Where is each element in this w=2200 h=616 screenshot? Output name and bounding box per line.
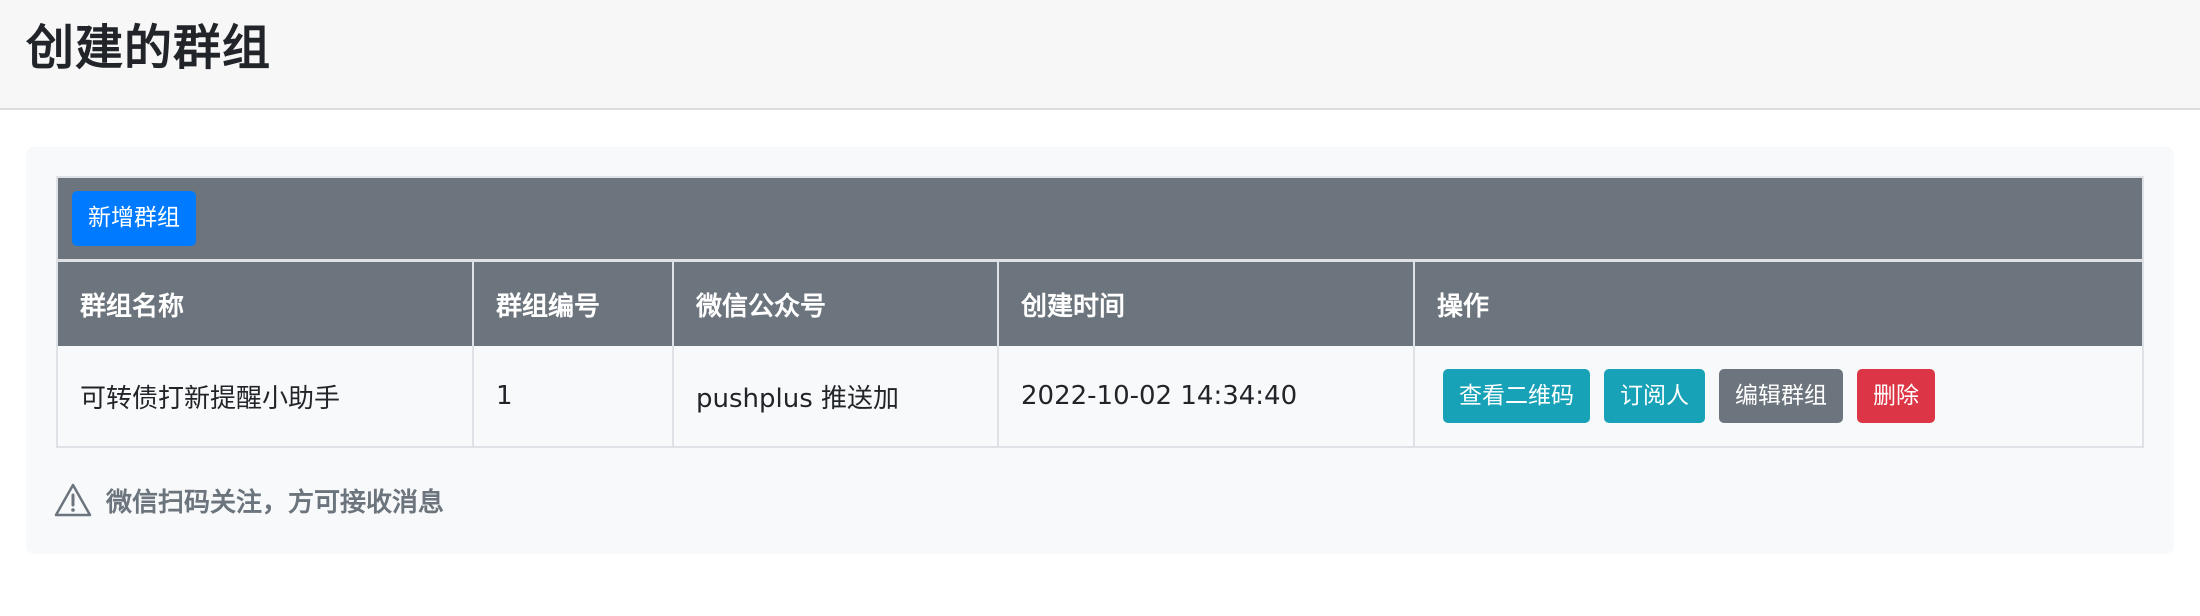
table-header-row: 群组名称 群组编号 微信公众号 创建时间 操作: [58, 262, 2142, 346]
cell-created-time: 2022-10-02 14:34:40: [998, 346, 1415, 446]
delete-group-button[interactable]: 删除: [1857, 369, 1935, 423]
warning-triangle-icon: [54, 483, 92, 517]
groups-card: 新增群组 群组名称 群组编号 微信公众号 创建时间 操作 可转债打新提醒小助手 …: [26, 147, 2174, 554]
cell-group-id: 1: [473, 346, 674, 446]
groups-table-wrapper: 新增群组 群组名称 群组编号 微信公众号 创建时间 操作 可转债打新提醒小助手 …: [56, 176, 2144, 448]
table-row: 可转债打新提醒小助手 1 pushplus 推送加 2022-10-02 14:…: [58, 346, 2142, 446]
groups-table: 群组名称 群组编号 微信公众号 创建时间 操作 可转债打新提醒小助手 1 pus…: [58, 262, 2142, 446]
column-header-group-id: 群组编号: [473, 262, 674, 346]
edit-group-button[interactable]: 编辑群组: [1719, 369, 1843, 423]
cell-wechat-account: pushplus 推送加: [673, 346, 999, 446]
table-toolbar: 新增群组: [58, 178, 2142, 262]
add-group-button[interactable]: 新增群组: [72, 191, 196, 246]
column-header-created-time: 创建时间: [998, 262, 1415, 346]
column-header-actions: 操作: [1414, 262, 2142, 346]
page-title: 创建的群组: [26, 20, 272, 76]
column-header-group-name: 群组名称: [58, 262, 474, 346]
view-qrcode-button[interactable]: 查看二维码: [1443, 369, 1590, 423]
column-header-wechat-account: 微信公众号: [673, 262, 999, 346]
row-actions: 查看二维码 订阅人 编辑群组 删除: [1437, 369, 2142, 423]
notice-text: 微信扫码关注，方可接收消息: [106, 487, 445, 518]
notice-message: 微信扫码关注，方可接收消息: [54, 480, 444, 520]
cell-actions: 查看二维码 订阅人 编辑群组 删除: [1414, 346, 2142, 446]
page-header: 创建的群组: [0, 0, 2200, 110]
subscribers-button[interactable]: 订阅人: [1604, 369, 1705, 423]
cell-group-name: 可转债打新提醒小助手: [58, 346, 474, 446]
